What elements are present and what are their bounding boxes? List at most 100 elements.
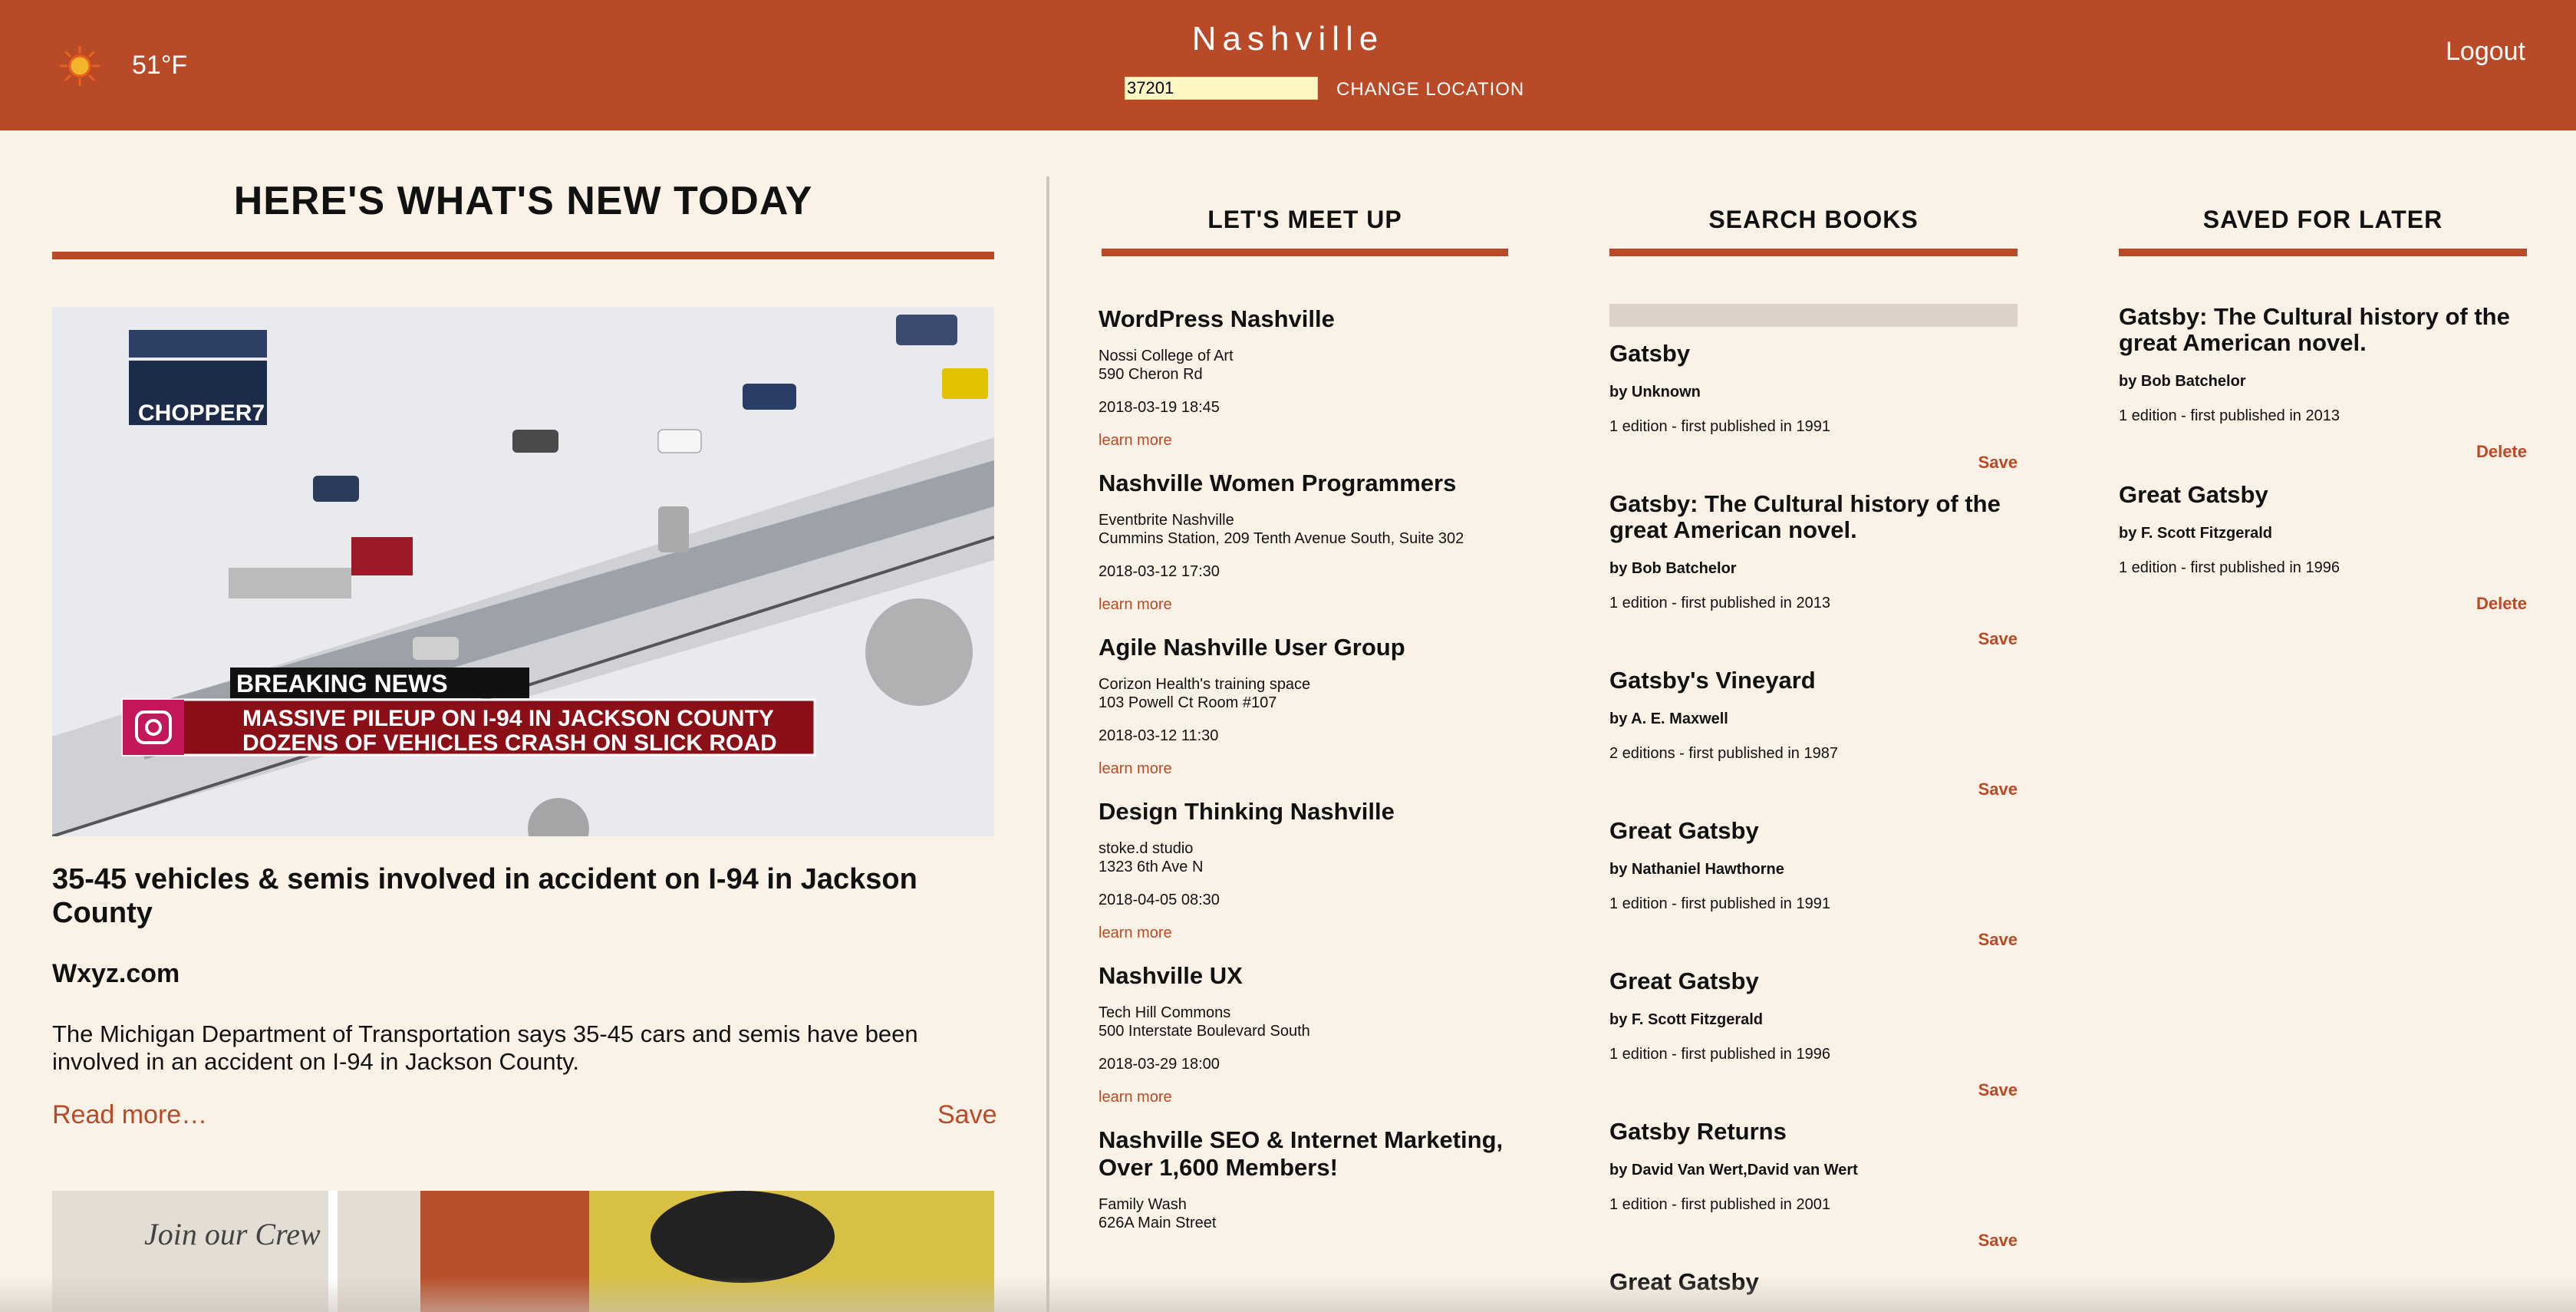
saved-author: by Bob Batchelor: [2119, 373, 2246, 390]
learn-more-link[interactable]: learn more: [1099, 925, 1513, 942]
saved-delete-button[interactable]: Delete: [2119, 442, 2527, 462]
meetup-venue: Eventbrite Nashville: [1099, 512, 1234, 529]
meetup-address: Cummins Station, 209 Tenth Avenue South,…: [1099, 530, 1464, 547]
book-edition: 1 edition - first published in 1991: [1609, 418, 1830, 435]
meetup-item: Design Thinking Nashville stoke.d studio 1…: [1099, 798, 1513, 942]
book-result: Great Gatsby by F. Scott Fitzgerald 1 edit…: [1609, 968, 2018, 1100]
top-bar: 51°F Nashville CHANGE LOCATION Logout: [0, 0, 2576, 130]
meetup-venue: Nossi College of Art: [1099, 348, 1234, 364]
book-title: Great Gatsby: [1609, 817, 1759, 844]
news-heading-rule: [52, 252, 994, 259]
book-results-list: Gatsby by Unknown 1 edition - first publis…: [1609, 341, 2018, 1312]
meetup-address: 103 Powell Ct Room #107: [1099, 694, 1277, 711]
book-author: by Nathaniel Hawthorne: [1609, 861, 1784, 878]
meetup-location: stoke.d studio 1323 6th Ave N: [1099, 839, 1513, 876]
breaking-news-label: BREAKING NEWS: [236, 670, 448, 697]
book-result: Gatsby's Vineyard by A. E. Maxwell 2 editi…: [1609, 668, 2018, 799]
book-result: Gatsby: The Cultural history of the grea…: [1609, 491, 2018, 649]
meetup-venue: Family Wash: [1099, 1196, 1187, 1213]
article-image[interactable]: CHOPPER7 BREAKING NEWS MASSIVE PILEUP ON…: [52, 307, 994, 836]
meetup-time: 2018-03-12 11:30: [1099, 727, 1219, 744]
saved-title: Gatsby: The Cultural history of the grea…: [2119, 303, 2510, 356]
change-location-button[interactable]: CHANGE LOCATION: [1336, 79, 1524, 101]
saved-edition: 1 edition - first published in 2013: [2119, 407, 2340, 424]
book-save-button[interactable]: Save: [1609, 1080, 2018, 1100]
book-result: Gatsby by Unknown 1 edition - first publis…: [1609, 341, 2018, 473]
meetup-address: 500 Interstate Boulevard South: [1099, 1023, 1310, 1040]
saved-heading: SAVED FOR LATER: [2202, 206, 2443, 233]
book-save-button[interactable]: Save: [1609, 629, 2018, 649]
meetup-time: 2018-03-29 18:00: [1099, 1056, 1220, 1073]
chopper-label: CHOPPER7: [138, 401, 265, 426]
saved-title: Great Gatsby: [2119, 481, 2268, 508]
article-source: Wxyz.com: [52, 959, 180, 988]
learn-more-link[interactable]: learn more: [1099, 596, 1513, 614]
meetup-item: Nashville Women Programmers Eventbrite Na…: [1099, 470, 1513, 614]
meetups-heading-rule: [1102, 249, 1508, 256]
book-edition: 1 edition - first published in 2001: [1609, 1196, 1830, 1213]
meetup-location: Nossi College of Art 590 Cheron Rd: [1099, 347, 1513, 384]
book-save-button[interactable]: Save: [1609, 780, 2018, 799]
book-edition: 1 edition - first published in 1991: [1609, 895, 1830, 912]
zip-input[interactable]: [1125, 77, 1318, 100]
article-save-button[interactable]: Save: [937, 1100, 997, 1130]
sign-text: Join our Crew: [144, 1217, 321, 1251]
logout-button[interactable]: Logout: [2446, 37, 2525, 67]
article-title[interactable]: 35-45 vehicles & semis involved in accid…: [52, 862, 994, 930]
meetup-address: 1323 6th Ave N: [1099, 859, 1204, 875]
breaking-line-2: DOZENS OF VEHICLES CRASH ON SLICK ROAD: [242, 730, 777, 756]
book-search-input[interactable]: [1609, 304, 2018, 327]
meetup-name[interactable]: Nashville UX: [1099, 962, 1513, 990]
book-title: Gatsby: The Cultural history of the grea…: [1609, 490, 2001, 543]
book-save-button[interactable]: Save: [1609, 1231, 2018, 1251]
books-heading: SEARCH BOOKS: [1708, 206, 1919, 233]
meetup-location: Eventbrite Nashville Cummins Station, 209…: [1099, 511, 1513, 548]
meetup-time: 2018-04-05 08:30: [1099, 892, 1220, 908]
meetup-venue: Corizon Health's training space: [1099, 676, 1311, 693]
meetup-item: Nashville UX Tech Hill Commons 500 Interst…: [1099, 962, 1513, 1106]
saved-list: Gatsby: The Cultural history of the grea…: [2119, 304, 2527, 634]
book-save-button[interactable]: Save: [1609, 453, 2018, 473]
meetup-name[interactable]: Nashville SEO & Internet Marketing, Over…: [1099, 1126, 1513, 1182]
meetup-location: Family Wash 626A Main Street: [1099, 1195, 1513, 1232]
meetup-name[interactable]: Design Thinking Nashville: [1099, 798, 1513, 826]
saved-author: by F. Scott Fitzgerald: [2119, 525, 2273, 542]
city-name: Nashville: [1191, 20, 1385, 58]
article-description: The Michigan Department of Transportatio…: [52, 1020, 918, 1075]
book-author: by A. E. Maxwell: [1609, 710, 1728, 727]
book-edition: 2 editions - first published in 1987: [1609, 745, 1838, 762]
column-divider: [1046, 176, 1049, 1312]
book-author: by Bob Batchelor: [1609, 560, 1737, 577]
saved-delete-button[interactable]: Delete: [2119, 594, 2527, 614]
meetup-venue: stoke.d studio: [1099, 840, 1194, 857]
breaking-line-1: MASSIVE PILEUP ON I-94 IN JACKSON COUNTY: [242, 706, 774, 731]
learn-more-link[interactable]: learn more: [1099, 1089, 1513, 1106]
book-result: Gatsby Returns by David Van Wert,David va…: [1609, 1119, 2018, 1251]
meetup-time: 2018-03-19 18:45: [1099, 399, 1220, 416]
meetup-location: Corizon Health's training space 103 Powel…: [1099, 675, 1513, 712]
meetup-time: 2018-03-12 17:30: [1099, 563, 1220, 580]
meetup-address: 590 Cheron Rd: [1099, 366, 1203, 383]
meetup-item: WordPress Nashville Nossi College of Art 5…: [1099, 305, 1513, 450]
saved-item: Great Gatsby by F. Scott Fitzgerald 1 edit…: [2119, 482, 2527, 614]
book-author: by Unknown: [1609, 384, 1701, 401]
books-heading-rule: [1609, 249, 2018, 256]
meetup-name[interactable]: WordPress Nashville: [1099, 305, 1513, 333]
book-result: Great Gatsby: [1609, 1269, 2018, 1295]
meetup-venue: Tech Hill Commons: [1099, 1004, 1231, 1021]
book-title: Gatsby Returns: [1609, 1118, 1787, 1145]
meetup-item: Agile Nashville User Group Corizon Health…: [1099, 634, 1513, 778]
learn-more-link[interactable]: learn more: [1099, 760, 1513, 778]
book-result: Great Gatsby by Nathaniel Hawthorne 1 edit…: [1609, 818, 2018, 950]
article-image-2[interactable]: Join our Crew: [52, 1191, 994, 1312]
meetup-address: 626A Main Street: [1099, 1215, 1217, 1231]
meetup-location: Tech Hill Commons 500 Interstate Boulevar…: [1099, 1004, 1513, 1040]
book-save-button[interactable]: Save: [1609, 930, 2018, 950]
read-more-link[interactable]: Read more…: [52, 1100, 207, 1130]
learn-more-link[interactable]: learn more: [1099, 432, 1513, 450]
meetups-heading: LET'S MEET UP: [1207, 206, 1402, 233]
meetup-name[interactable]: Nashville Women Programmers: [1099, 470, 1513, 497]
book-title: Gatsby's Vineyard: [1609, 667, 1816, 694]
meetup-name[interactable]: Agile Nashville User Group: [1099, 634, 1513, 661]
meetup-list: WordPress Nashville Nossi College of Art 5…: [1099, 305, 1513, 1252]
